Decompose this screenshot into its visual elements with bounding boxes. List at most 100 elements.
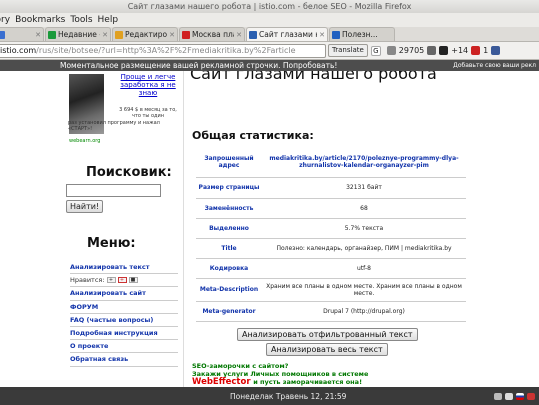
menu-help[interactable]: Help [98,15,124,25]
tab-3[interactable]: Редактирование т...✕ [112,27,178,41]
counter-1: 29705 [398,46,425,55]
volume-icon[interactable] [505,392,513,400]
google-search-icon[interactable]: G [370,45,381,56]
url-host: istio.com [0,46,37,55]
stat-key: Meta-generator [196,301,262,322]
stats-table: Запрошенный адрес mediakritika.by/article… [196,147,466,322]
menu-feedback[interactable]: Обратная связь [70,353,178,367]
ad-strip[interactable]: Моментальное размещение вашей рекламной … [0,60,539,71]
stat-value: utf-8 [262,258,466,279]
table-row: Meta-Description Храним все планы в одном… [196,278,466,302]
promo-rest[interactable]: и пусть заморачивается она! [253,378,362,386]
close-icon[interactable]: ✕ [102,31,108,39]
site-favicon-icon [249,30,257,39]
tab-6[interactable]: Полезн... [329,27,395,41]
translate-button[interactable]: Translate [328,44,368,57]
navigation-bar: istio.com/rus/site/botsee/?url=http%3A%2… [0,42,539,60]
table-row: Выделенно 5.7% текста [196,218,466,239]
close-icon[interactable]: ✕ [169,31,175,39]
table-row: Title Полезно: календарь, органайзер, ПИМ… [196,238,466,259]
table-row: Заменённость 68 [196,198,466,219]
toolbar-extensions: 29705 +14 1 [386,46,501,55]
ad-strip-add[interactable]: Добавьте свою ваши рекл [453,60,536,71]
stat-key: Размер страницы [196,177,262,199]
share-button[interactable]: ■ [128,277,138,284]
ad-link[interactable]: Проще и легче заработка я не знаю [118,73,178,97]
promo-line-3: WebEffector и пусть заморачивается она! [192,378,368,387]
table-row: Запрошенный адрес mediakritika.by/article… [196,147,466,178]
notification-icon[interactable] [471,46,481,55]
stat-key: Выделенно [196,218,262,239]
site-favicon-icon [182,30,190,39]
tab-1[interactable]: ✕ [0,27,44,41]
menu-bar: tory Bookmarks Tools Help [0,13,539,27]
gplus-button[interactable]: + [117,277,127,284]
extension-icon[interactable] [386,46,396,55]
menu-tools[interactable]: Tools [70,15,97,25]
section-title: Общая статистика: [192,129,314,142]
stat-key: Кодировка [196,258,262,279]
promo-brand[interactable]: WebEffector [192,377,251,387]
menu-analyze-site[interactable]: Анализировать сайт [70,287,178,301]
search-button[interactable]: Найти! [66,200,104,213]
site-favicon-icon [332,30,340,39]
url-path: /rus/site/botsee/?url=http%3A%2F%2Fmedia… [36,46,296,55]
stat-value: 5.7% текста [262,218,466,239]
stat-key: Запрошенный адрес [196,147,262,178]
like-label: Нравится: [70,275,105,284]
drive-icon [48,30,56,39]
url-bar[interactable]: istio.com/rus/site/botsee/?url=http%3A%2… [0,43,326,58]
stat-value: Полезно: календарь, органайзер, ПИМ | me… [262,238,466,259]
menu-faq[interactable]: FAQ (частые вопросы) [70,314,178,327]
search-title: Поисковик: [86,165,172,180]
stat-key: Title [196,238,262,259]
tab-2[interactable]: Недавние – Диск ...✕ [45,27,111,41]
like-button[interactable]: + [106,277,116,284]
desktop-panel: Понеделак Травень 12, 21:59 [0,387,539,405]
tab-5-active[interactable]: Сайт глазами наш...✕ [246,27,328,41]
network-icon[interactable] [494,392,502,400]
analyze-all-button[interactable]: Анализировать весь текст [266,343,388,356]
keyboard-layout-icon[interactable] [516,392,524,400]
menu-like: Нравится: + + ■ [70,274,178,288]
facebook-icon[interactable] [491,46,501,55]
stat-key: Meta-Description [196,278,262,302]
menu-list: Анализировать текст Нравится: + + ■ Анал… [70,261,178,367]
system-tray [494,392,535,400]
menu-about[interactable]: О проекте [70,340,178,354]
tab-bar: ✕ Недавние – Диск ...✕ Редактирование т.… [0,27,539,42]
page-content: Проще и легче заработка я не знаю 3 694 … [0,71,539,387]
stat-value: Drupal 7 (http://drupal.org) [262,301,466,322]
close-icon[interactable]: ✕ [236,31,242,39]
clock[interactable]: Понеделак Травень 12, 21:59 [230,392,346,401]
counter-3: 1 [483,46,489,55]
sidebar: Проще и легче заработка я не знаю 3 694 … [58,71,178,387]
menu-bookmarks[interactable]: Bookmarks [15,15,70,25]
promo-block[interactable]: SEO-заморочки с сайтом? Закажи услуги Ли… [192,362,368,387]
power-icon[interactable] [527,392,535,400]
ad-text-2: раз установил программу и нажал «СТАРТ»! [68,120,160,132]
menu-forum[interactable]: ФОРУМ [70,301,178,314]
window-title: Сайт глазами нашего робота | istio.com -… [0,0,539,13]
search-input[interactable] [66,184,161,197]
analyze-filtered-button[interactable]: Анализировать отфильтрованный текст [237,328,418,341]
social-icon[interactable] [439,46,449,55]
table-row: Meta-generator Drupal 7 (http://drupal.or… [196,301,466,322]
counter-icon[interactable] [427,46,437,55]
close-icon[interactable]: ✕ [319,31,325,39]
stat-value[interactable]: mediakritika.by/article/2170/poleznye-pr… [262,147,466,178]
menu-history[interactable]: tory [0,15,15,25]
menu-instructions[interactable]: Подробная инструкция [70,327,178,341]
stat-value: 68 [262,198,466,219]
stat-key: Заменённость [196,198,262,219]
menu-analyze-text[interactable]: Анализировать текст [70,261,178,275]
table-row: Кодировка utf-8 [196,258,466,279]
tab-4[interactable]: Москва платит, М...✕ [179,27,245,41]
counter-2: +14 [451,46,469,55]
close-icon[interactable]: ✕ [35,31,41,39]
menu-title: Меню: [87,236,136,251]
main-content: Сайт глазами нашего робота Общая статист… [184,71,539,387]
ad-strip-text[interactable]: Моментальное размещение вашей рекламной … [60,60,337,71]
table-row: Размер страницы 32131 байт [196,177,466,199]
ad-url[interactable]: webearn.org [69,138,100,144]
